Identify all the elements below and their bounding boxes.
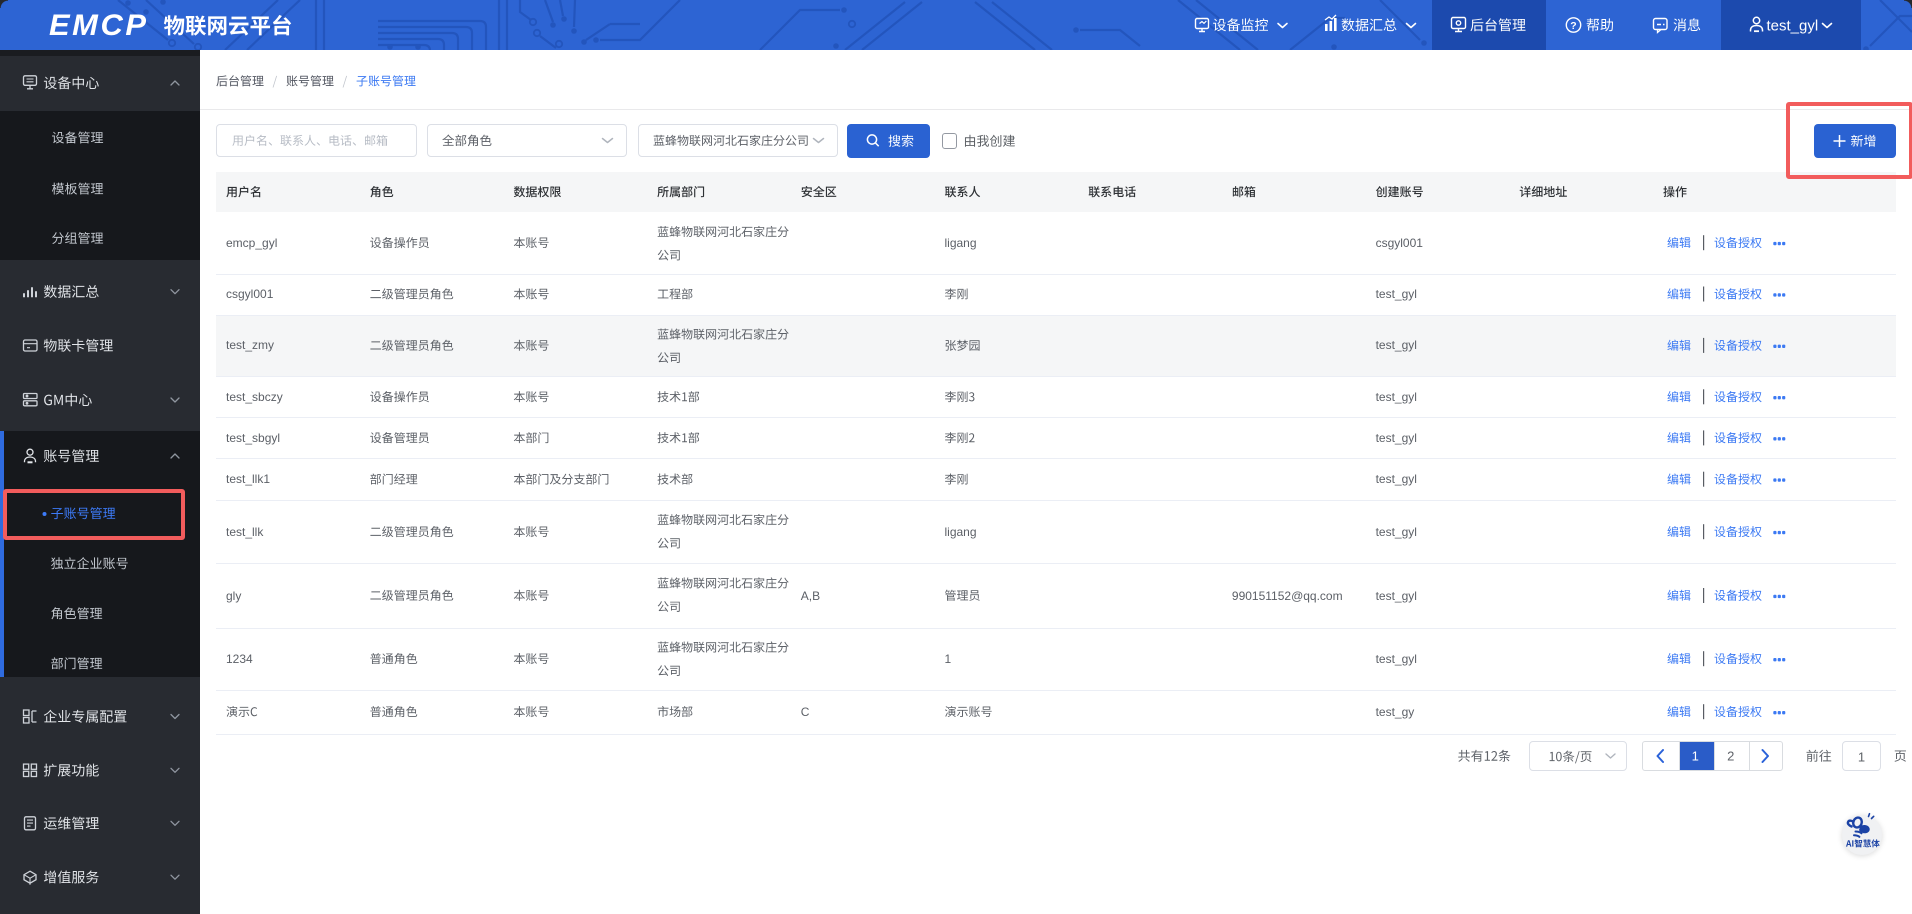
svg-text:?: ? [1570,20,1576,32]
